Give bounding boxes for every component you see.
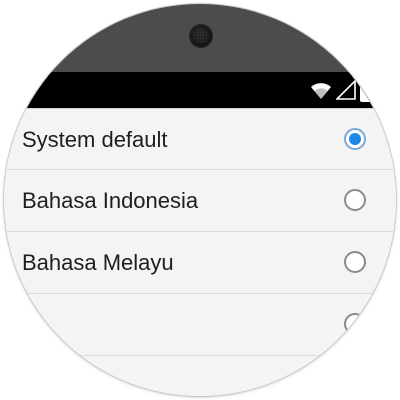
language-list: System default Bahasa Indonesia Bahasa M… (4, 108, 396, 396)
radio-button[interactable] (344, 251, 366, 273)
language-row-system-default[interactable]: System default (4, 108, 396, 170)
battery-icon (360, 78, 372, 102)
radio-button[interactable] (344, 313, 366, 335)
signal-icon (336, 80, 356, 100)
language-label: atalà (4, 312, 48, 337)
radio-button[interactable] (344, 189, 366, 211)
language-label: Bahasa Indonesia (22, 188, 199, 213)
language-row-empty (4, 356, 396, 396)
status-bar (4, 72, 396, 108)
radio-button-selected[interactable] (344, 128, 366, 150)
language-row-bahasa-indonesia[interactable]: Bahasa Indonesia (4, 170, 396, 232)
language-row-bahasa-melayu[interactable]: Bahasa Melayu (4, 232, 396, 294)
language-row-catala[interactable]: atalà (4, 294, 396, 356)
language-label: System default (22, 127, 168, 152)
phone-bezel (4, 4, 396, 76)
magnifier-view: System default Bahasa Indonesia Bahasa M… (0, 0, 400, 400)
language-label: Bahasa Melayu (22, 250, 174, 275)
front-camera-icon (189, 24, 213, 48)
wifi-icon (311, 83, 331, 99)
magnifier-lens: System default Bahasa Indonesia Bahasa M… (4, 4, 396, 396)
